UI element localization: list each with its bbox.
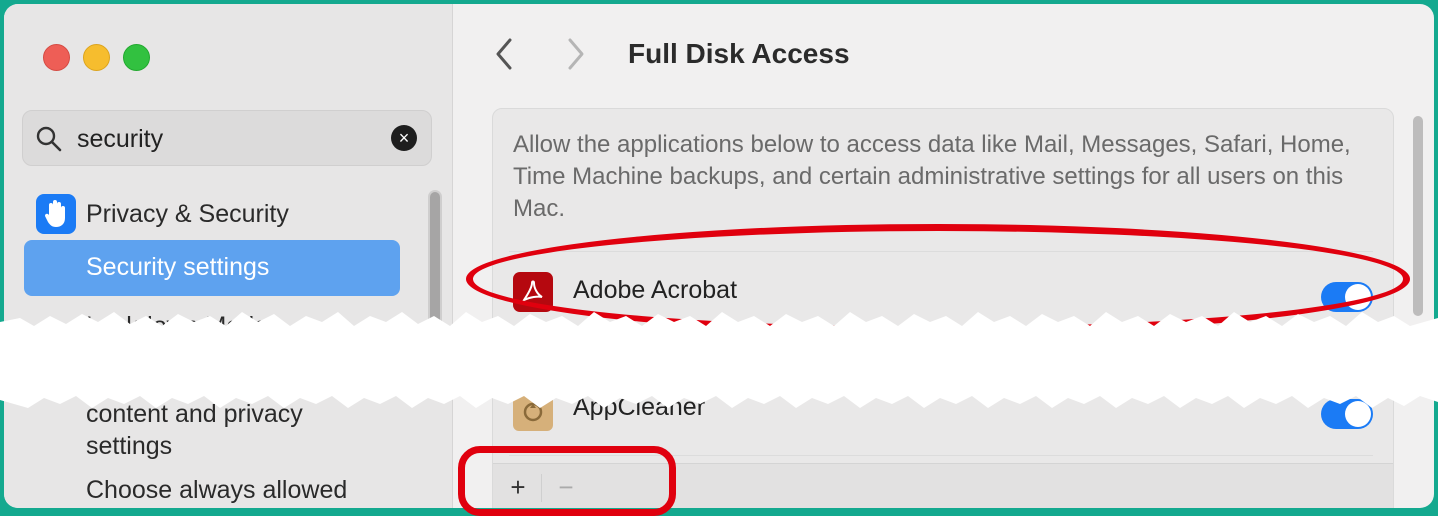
close-window-button[interactable] <box>43 44 70 71</box>
sidebar-item-choose-always-allowed[interactable]: Choose always allowed <box>86 476 347 505</box>
app-name: AppCleaner <box>573 393 706 421</box>
annotation-highlight-acrobat <box>466 224 1410 334</box>
sidebar-item-security-settings[interactable]: Security settings <box>24 240 400 296</box>
sidebar-scrollbar[interactable] <box>428 190 442 340</box>
app-access-toggle[interactable] <box>1321 399 1373 429</box>
forward-chevron-icon[interactable] <box>564 34 588 79</box>
search-input[interactable] <box>75 121 379 157</box>
search-icon <box>35 125 63 158</box>
app-row: AppCleaner <box>509 381 1373 456</box>
sidebar: × Privacy & Security Security settings L… <box>4 4 453 508</box>
appcleaner-icon <box>513 391 553 431</box>
clear-icon[interactable]: × <box>391 125 417 151</box>
back-chevron-icon[interactable] <box>492 34 516 79</box>
minimize-window-button[interactable] <box>83 44 110 71</box>
page-title: Full Disk Access <box>628 38 850 69</box>
main-scrollbar[interactable] <box>1410 108 1426 508</box>
privacy-hand-icon <box>36 194 76 234</box>
panel-description: Allow the applications below to access d… <box>513 131 1351 222</box>
zoom-window-button[interactable] <box>123 44 150 71</box>
sidebar-item-label: Privacy & Security <box>86 199 289 228</box>
annotation-highlight-add-remove <box>458 446 676 516</box>
sidebar-item-label: Security settings <box>86 253 270 281</box>
search-field[interactable]: × <box>22 110 432 166</box>
sidebar-item-lockdown-mode[interactable]: Lockdown Mode <box>86 312 268 341</box>
sidebar-item-privacy-security[interactable]: Privacy & Security <box>36 194 289 234</box>
sidebar-item-content-privacy[interactable]: content and privacy settings <box>86 398 386 462</box>
